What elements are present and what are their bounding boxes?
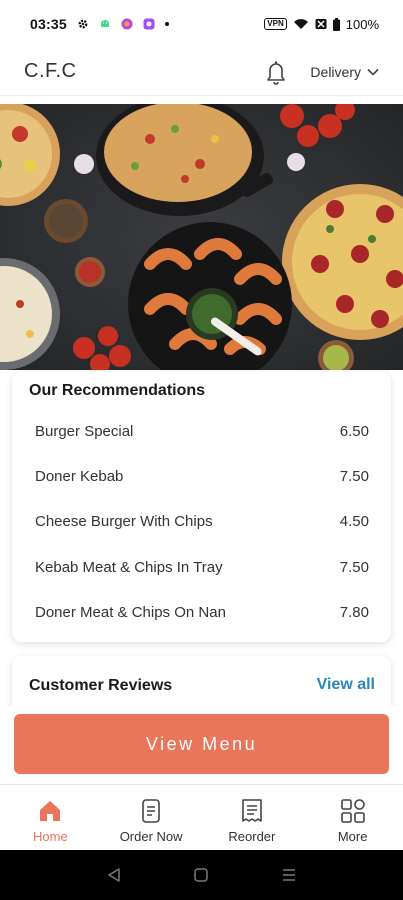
signal-icon [315,19,327,29]
item-price: 6.50 [339,422,369,440]
more-notifications-dot [164,22,169,26]
nav-order-now-label: Order Now [119,829,183,844]
view-all-reviews-link[interactable]: View all [317,676,375,694]
nav-home-label: Home [33,829,68,844]
vpn-badge: VPN [264,18,287,30]
phone-order-icon [142,799,160,823]
item-name: Burger Special [35,422,134,440]
messenger-icon [143,18,155,30]
grid-icon [340,799,365,823]
brand-title: C.F.C [24,60,77,82]
item-price: 7.50 [339,467,369,485]
recommendations-title: Our Recommendations [29,382,206,399]
settings-gear-icon [78,19,88,29]
nav-more-label: More [337,829,368,844]
delivery-label: Delivery [310,63,361,80]
food-illustration [0,104,403,370]
nav-reorder[interactable]: Reorder [202,785,303,850]
nav-more[interactable]: More [302,785,403,850]
header-actions: Delivery [264,59,379,85]
app-notification-icon [121,18,133,30]
system-navigation-bar [0,850,403,900]
recommendation-item[interactable]: Doner Kebab 7.50 [35,465,369,487]
bottom-navigation: Home Order Now Reorder More [0,784,403,850]
item-name: Doner Meat & Chips On Nan [35,603,226,621]
battery-percent: 100% [345,16,379,32]
item-name: Doner Kebab [35,467,124,485]
recommendation-item[interactable]: Kebab Meat & Chips In Tray 7.50 [35,556,369,578]
battery-icon [332,17,340,31]
item-price: 7.50 [339,558,369,576]
bell-icon[interactable] [264,59,288,85]
nav-home[interactable]: Home [0,785,101,850]
status-bar-left: 03:35 [30,16,169,32]
recommendation-item[interactable]: Cheese Burger With Chips 4.50 [35,510,369,532]
item-price: 7.80 [339,603,369,621]
nav-order-now[interactable]: Order Now [101,785,202,850]
chevron-down-icon [367,68,379,76]
home-icon [40,801,61,821]
item-price: 4.50 [339,512,369,530]
status-bar: 03:35 VPN 100% [0,0,403,48]
delivery-selector[interactable]: Delivery [310,64,379,80]
recommendation-item[interactable]: Burger Special 6.50 [35,420,369,442]
wifi-icon [293,19,308,29]
item-name: Cheese Burger With Chips [35,512,213,530]
android-icon [100,20,109,27]
customer-reviews-title: Customer Reviews [29,677,173,694]
home-button-icon[interactable] [194,868,209,882]
hero-food-image [0,104,403,370]
recommendation-item[interactable]: Doner Meat & Chips On Nan 7.80 [35,601,369,623]
app-header: C.F.C Delivery [0,48,403,96]
back-icon[interactable] [107,868,121,882]
status-bar-right: VPN 100% [264,17,379,32]
nav-reorder-label: Reorder [228,829,276,844]
cta-container: View Menu [0,706,403,784]
item-name: Kebab Meat & Chips In Tray [35,558,223,576]
receipt-icon [242,799,262,822]
view-menu-button[interactable]: View Menu [14,714,389,774]
recommendations-card: Our Recommendations Burger Special 6.50 … [12,372,391,642]
status-time: 03:35 [30,16,67,32]
recents-icon[interactable] [282,868,296,882]
